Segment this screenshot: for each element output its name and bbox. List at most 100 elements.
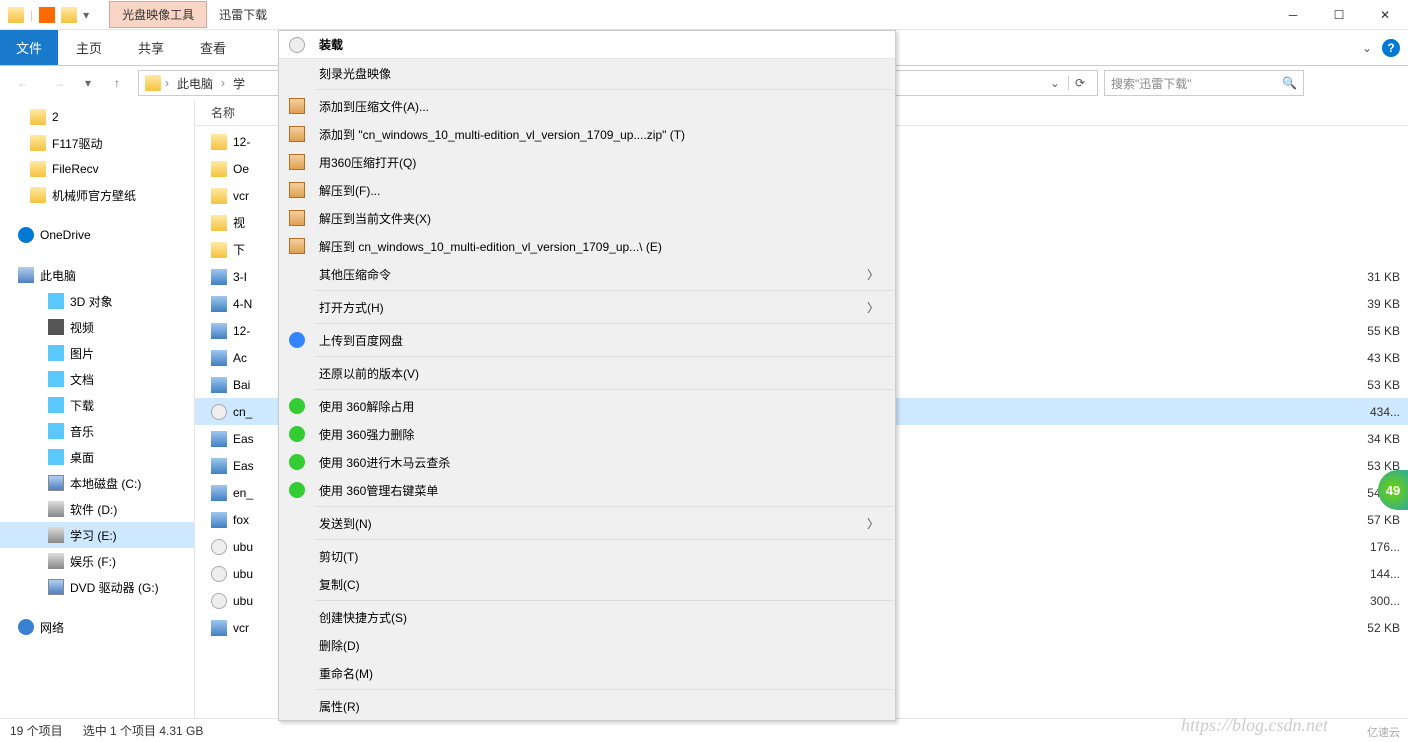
ribbon-tab-home[interactable]: 主页 [58, 30, 120, 65]
sidebar-item[interactable]: 3D 对象 [0, 288, 194, 314]
file-name: ubu [233, 540, 253, 554]
menu-label: 使用 360进行木马云查杀 [319, 454, 450, 471]
contextual-tab-disc[interactable]: 光盘映像工具 [109, 1, 207, 28]
chevron-icon: › [221, 76, 225, 90]
menu-item[interactable]: 解压到当前文件夹(X) [279, 204, 895, 232]
folder-icon [48, 319, 64, 335]
sidebar-label: 视频 [70, 319, 94, 336]
address-dropdown-icon[interactable]: ⌄ [1050, 76, 1060, 90]
forward-button[interactable]: → [44, 70, 74, 96]
file-icon [211, 512, 227, 528]
sidebar-item[interactable]: OneDrive [0, 222, 194, 248]
close-button[interactable]: ✕ [1362, 0, 1408, 30]
file-size: 43 KB [1340, 351, 1400, 365]
menu-item[interactable]: 使用 360管理右键菜单 [279, 476, 895, 504]
search-icon[interactable]: 🔍 [1282, 76, 1297, 90]
menu-label: 使用 360解除占用 [319, 398, 414, 415]
menu-item[interactable]: 创建快捷方式(S) [279, 603, 895, 631]
menu-icon [289, 482, 305, 498]
menu-item[interactable]: 刻录光盘映像 [279, 59, 895, 87]
sidebar-item[interactable]: DVD 驱动器 (G:) [0, 574, 194, 600]
file-name: Eas [233, 459, 254, 473]
file-icon [211, 593, 227, 609]
file-tab[interactable]: 文件 [0, 30, 58, 65]
menu-item[interactable]: 发送到(N)〉 [279, 509, 895, 537]
sidebar-label: 软件 (D:) [70, 501, 117, 518]
sidebar-item[interactable]: F117驱动 [0, 130, 194, 156]
sidebar-item[interactable]: 网络 [0, 614, 194, 640]
sidebar-item[interactable]: 机械师官方壁纸 [0, 182, 194, 208]
folder-icon [48, 293, 64, 309]
folder-icon [48, 397, 64, 413]
file-icon [211, 188, 227, 204]
file-size: 434... [1340, 405, 1400, 419]
ribbon-tab-view[interactable]: 查看 [182, 30, 244, 65]
menu-icon [289, 454, 305, 470]
menu-item[interactable]: 用360压缩打开(Q) [279, 148, 895, 176]
minimize-button[interactable]: ─ [1270, 0, 1316, 30]
folder-icon [48, 553, 64, 569]
sidebar-item[interactable]: 桌面 [0, 444, 194, 470]
nav-pane[interactable]: 2 F117驱动 FileRecv 机械师官方壁纸 OneDrive 此电脑3D 对象视频… [0, 100, 195, 718]
selection-info: 选中 1 个项目 4.31 GB [83, 722, 204, 739]
crumb-pc[interactable]: 此电脑 [173, 75, 217, 92]
back-button[interactable]: ← [8, 70, 38, 96]
sidebar-item[interactable]: 图片 [0, 340, 194, 366]
menu-item[interactable]: 重命名(M) [279, 659, 895, 687]
sidebar-label: 2 [52, 110, 59, 124]
sidebar-item[interactable]: 此电脑 [0, 262, 194, 288]
menu-item[interactable]: 其他压缩命令〉 [279, 260, 895, 288]
menu-icon [289, 332, 305, 348]
menu-label: 添加到 "cn_windows_10_multi-edition_vl_vers… [319, 126, 685, 143]
ribbon-collapse-icon[interactable]: ⌄ [1362, 41, 1372, 55]
ribbon-tab-share[interactable]: 共享 [120, 30, 182, 65]
menu-label: 解压到 cn_windows_10_multi-edition_vl_versi… [319, 238, 662, 255]
file-icon [211, 296, 227, 312]
sidebar-item[interactable]: 视频 [0, 314, 194, 340]
sidebar-item[interactable]: 娱乐 (F:) [0, 548, 194, 574]
search-placeholder: 搜索"迅雷下载" [1111, 75, 1192, 92]
menu-item[interactable]: 还原以前的版本(V) [279, 359, 895, 387]
sidebar-item[interactable]: 软件 (D:) [0, 496, 194, 522]
file-name: Bai [233, 378, 250, 392]
file-size: 53 KB [1340, 378, 1400, 392]
folder-icon [48, 345, 64, 361]
sidebar-item[interactable]: 本地磁盘 (C:) [0, 470, 194, 496]
menu-item[interactable]: 使用 360解除占用 [279, 392, 895, 420]
qat-dropdown-icon[interactable]: ▾ [83, 8, 89, 22]
sidebar-item[interactable]: 学习 (E:) [0, 522, 194, 548]
menu-item[interactable]: 使用 360强力删除 [279, 420, 895, 448]
sidebar-label: F117驱动 [52, 135, 102, 152]
menu-item[interactable]: 打开方式(H)〉 [279, 293, 895, 321]
maximize-button[interactable]: ☐ [1316, 0, 1362, 30]
up-button[interactable]: ↑ [102, 70, 132, 96]
recent-dropdown[interactable]: ▾ [80, 70, 96, 96]
menu-item[interactable]: 装载 [279, 31, 895, 59]
menu-item[interactable]: 上传到百度网盘 [279, 326, 895, 354]
menu-item[interactable]: 解压到 cn_windows_10_multi-edition_vl_versi… [279, 232, 895, 260]
submenu-arrow-icon: 〉 [867, 299, 879, 316]
sidebar-label: 机械师官方壁纸 [52, 187, 136, 204]
folder-icon [145, 75, 161, 91]
menu-item[interactable]: 删除(D) [279, 631, 895, 659]
search-input[interactable]: 搜索"迅雷下载" 🔍 [1104, 70, 1304, 96]
crumb-folder[interactable]: 学 [229, 75, 249, 92]
menu-item[interactable]: 解压到(F)... [279, 176, 895, 204]
help-icon[interactable]: ? [1382, 39, 1400, 57]
menu-item[interactable]: 复制(C) [279, 570, 895, 598]
menu-item[interactable]: 使用 360进行木马云查杀 [279, 448, 895, 476]
menu-item[interactable]: 剪切(T) [279, 542, 895, 570]
sidebar-item[interactable]: 2 [0, 104, 194, 130]
menu-item[interactable]: 添加到压缩文件(A)... [279, 92, 895, 120]
menu-label: 解压到当前文件夹(X) [319, 210, 431, 227]
menu-item[interactable]: 属性(R) [279, 692, 895, 720]
folder-icon [48, 527, 64, 543]
sidebar-item[interactable]: FileRecv [0, 156, 194, 182]
file-size: 39 KB [1340, 297, 1400, 311]
sidebar-item[interactable]: 文档 [0, 366, 194, 392]
sidebar-item[interactable]: 下载 [0, 392, 194, 418]
refresh-icon[interactable]: ⟳ [1068, 76, 1091, 90]
sidebar-item[interactable]: 音乐 [0, 418, 194, 444]
menu-item[interactable]: 添加到 "cn_windows_10_multi-edition_vl_vers… [279, 120, 895, 148]
submenu-arrow-icon: 〉 [867, 266, 879, 283]
